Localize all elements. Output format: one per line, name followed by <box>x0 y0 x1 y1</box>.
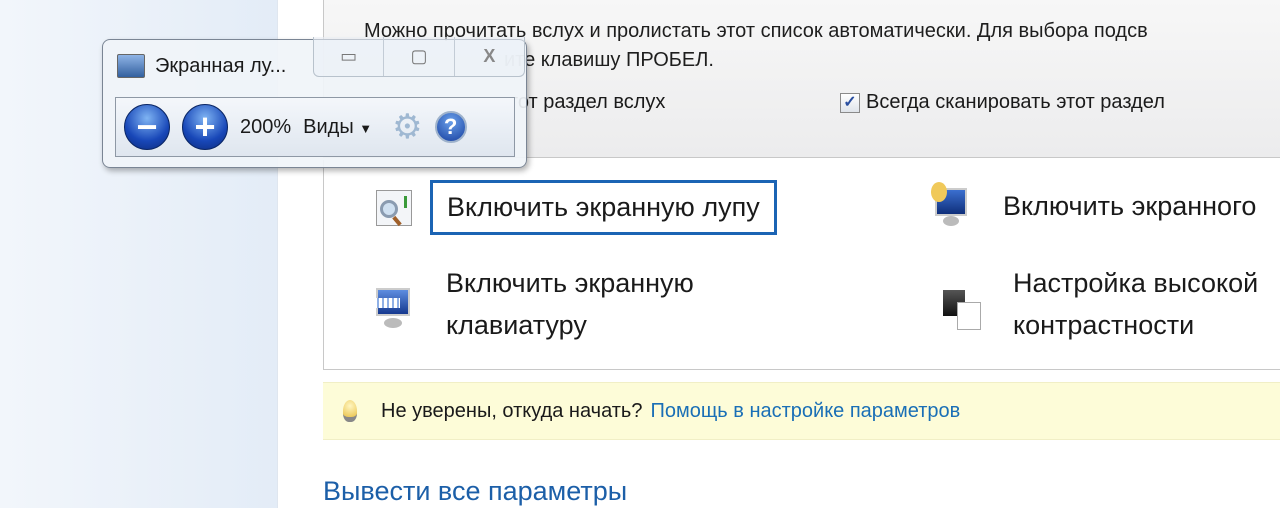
minimize-button[interactable]: ▭ <box>314 37 385 76</box>
zoom-level: 200% <box>240 115 292 138</box>
narrator-icon <box>931 182 973 230</box>
zoom-out-button[interactable]: − <box>124 104 170 150</box>
start-magnifier-item[interactable]: Включить экранную лупу <box>374 180 777 235</box>
magnifier-app-icon <box>117 54 145 78</box>
maximize-button[interactable]: ▢ <box>384 37 455 76</box>
high-contrast-item[interactable]: Настройка высокой контрастности <box>941 262 1258 346</box>
zoom-in-button[interactable]: + <box>182 104 228 150</box>
contrast-icon <box>941 280 983 330</box>
setup-help-link[interactable]: Помощь в настройке параметров <box>650 400 960 423</box>
close-button[interactable]: X <box>455 37 524 76</box>
magnifier-toolbar: − + 200% Виды ▼ ⚙ ? <box>115 97 515 157</box>
tip-bar: Не уверены, откуда начать? Помощь в наст… <box>323 382 1280 440</box>
start-onscreen-keyboard-item[interactable]: Включить экранную клавиатуру <box>374 262 694 346</box>
always-scan-checkbox[interactable]: ✓ <box>840 92 860 113</box>
views-dropdown[interactable]: Виды ▼ <box>303 116 372 139</box>
plus-icon: + <box>194 106 216 147</box>
help-icon[interactable]: ? <box>434 111 467 143</box>
start-narrator-item[interactable]: Включить экранного <box>931 182 1256 230</box>
chevron-down-icon: ▼ <box>359 120 373 136</box>
window-controls: ▭ ▢ X <box>313 37 525 77</box>
magnifier-window: ▭ ▢ X Экранная лу... − + 200% Виды ▼ ⚙ ? <box>102 37 527 168</box>
lightbulb-icon <box>343 400 357 422</box>
always-scan-option[interactable]: ✓ Всегда сканировать этот раздел <box>840 91 1165 114</box>
keyboard-icon <box>374 280 416 328</box>
minus-icon: − <box>136 106 158 147</box>
show-all-settings-link[interactable]: Вывести все параметры <box>323 476 627 507</box>
tools-list: Включить экранную лупу Включить экранног… <box>323 160 1280 370</box>
magnifier-icon <box>374 184 416 232</box>
window-title: Экранная лу... <box>117 54 286 78</box>
gear-icon[interactable]: ⚙ <box>392 107 422 147</box>
